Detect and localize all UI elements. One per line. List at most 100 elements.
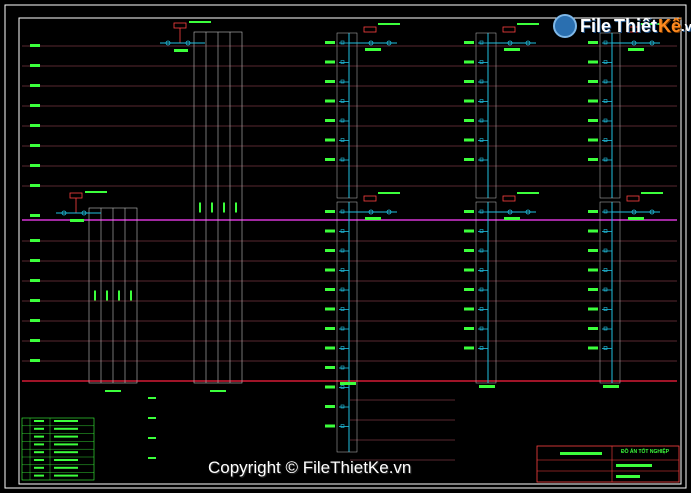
fixture-label <box>588 346 598 350</box>
fixture-label <box>325 366 335 369</box>
legend-text <box>54 459 78 461</box>
fixture-label <box>325 405 335 408</box>
fixture-label <box>325 385 335 389</box>
fixture-label <box>325 138 335 142</box>
head-label <box>628 48 644 51</box>
fixture-label <box>588 249 598 252</box>
legend-symbol <box>34 466 44 469</box>
fixture-label <box>464 99 474 103</box>
fixture-label <box>588 307 598 311</box>
head-label <box>365 217 381 220</box>
legend-text <box>54 427 78 430</box>
legend-text <box>54 435 78 438</box>
fixture-label <box>325 210 335 213</box>
fixture-label <box>588 41 598 44</box>
level-marker <box>30 104 40 107</box>
riser-foot-tag <box>340 382 356 385</box>
logo-badge-icon <box>553 14 577 38</box>
level-marker <box>30 144 40 147</box>
titleblock-text <box>560 452 602 455</box>
head-label <box>70 219 84 222</box>
level-marker <box>30 279 40 282</box>
fixture-label <box>464 80 474 83</box>
level-marker-lower <box>148 457 156 459</box>
level-marker-lower <box>148 437 156 439</box>
fixture-label <box>588 327 598 330</box>
fixture-label <box>325 268 335 272</box>
legend-symbol <box>34 443 44 446</box>
fixture-label <box>588 99 598 103</box>
riser-foot-tag <box>603 385 619 388</box>
fixture-label <box>464 346 474 350</box>
fixture-label <box>325 288 335 291</box>
level-marker <box>30 259 40 262</box>
fixture-label <box>325 60 335 64</box>
level-marker <box>30 184 40 187</box>
fixture-label <box>325 119 335 122</box>
tank-label <box>641 192 663 194</box>
titleblock-text <box>616 464 652 467</box>
fixture-label <box>464 138 474 142</box>
fixture-label <box>464 210 474 213</box>
fixture-label <box>464 288 474 291</box>
fixture-label <box>464 229 474 233</box>
fixture-label <box>325 229 335 233</box>
filethietke-logo: File Thiết Kế .vn <box>553 12 691 40</box>
fixture-label <box>588 288 598 291</box>
head-label <box>174 49 188 52</box>
level-marker <box>30 299 40 302</box>
tank-label <box>517 192 539 194</box>
riser-foot-tag <box>479 385 495 388</box>
legend-symbol <box>34 427 44 430</box>
logo-text-thiet: Thiết <box>614 15 658 36</box>
fixture-label <box>464 307 474 311</box>
level-marker <box>30 164 40 167</box>
fixture-label <box>325 424 335 428</box>
legend-symbol <box>34 420 44 422</box>
fixture-label <box>325 80 335 83</box>
fixture-label <box>588 138 598 142</box>
level-marker <box>30 339 40 342</box>
tank-label <box>85 191 107 193</box>
legend-text <box>54 474 78 477</box>
level-marker <box>30 84 40 87</box>
fixture-label <box>588 60 598 64</box>
legend-symbol <box>34 451 44 454</box>
fixture-label <box>464 327 474 330</box>
head-label <box>504 48 520 51</box>
logo-text-ke: Kế <box>658 15 682 36</box>
shaft-marker <box>211 202 213 213</box>
shaft-marker <box>235 202 237 213</box>
legend-symbol <box>34 459 44 461</box>
fixture-label <box>588 210 598 213</box>
fixture-label <box>464 249 474 252</box>
level-marker <box>30 359 40 362</box>
fixture-label <box>588 80 598 83</box>
tank-label <box>517 23 539 25</box>
fixture-label <box>464 268 474 272</box>
legend-text <box>54 443 78 446</box>
fixture-label <box>325 158 335 161</box>
legend-text <box>54 420 78 422</box>
level-marker <box>30 319 40 322</box>
head-label <box>628 217 644 220</box>
head-label <box>365 48 381 51</box>
fixture-label <box>464 41 474 44</box>
fixture-label <box>325 307 335 311</box>
fixture-label <box>588 229 598 233</box>
head-label <box>504 217 520 220</box>
shaft-marker <box>130 290 132 301</box>
shaft-marker <box>94 290 96 301</box>
legend-symbol <box>34 474 44 477</box>
shaft-marker <box>223 202 225 213</box>
fixture-label <box>464 158 474 161</box>
tank-label <box>189 21 211 23</box>
legend-symbol <box>34 435 44 438</box>
titleblock-text <box>616 475 640 478</box>
level-marker <box>30 64 40 67</box>
level-marker <box>30 44 40 47</box>
level-marker <box>30 239 40 242</box>
shaft-marker <box>106 290 108 301</box>
fixture-label <box>325 99 335 103</box>
fixture-label <box>588 268 598 272</box>
